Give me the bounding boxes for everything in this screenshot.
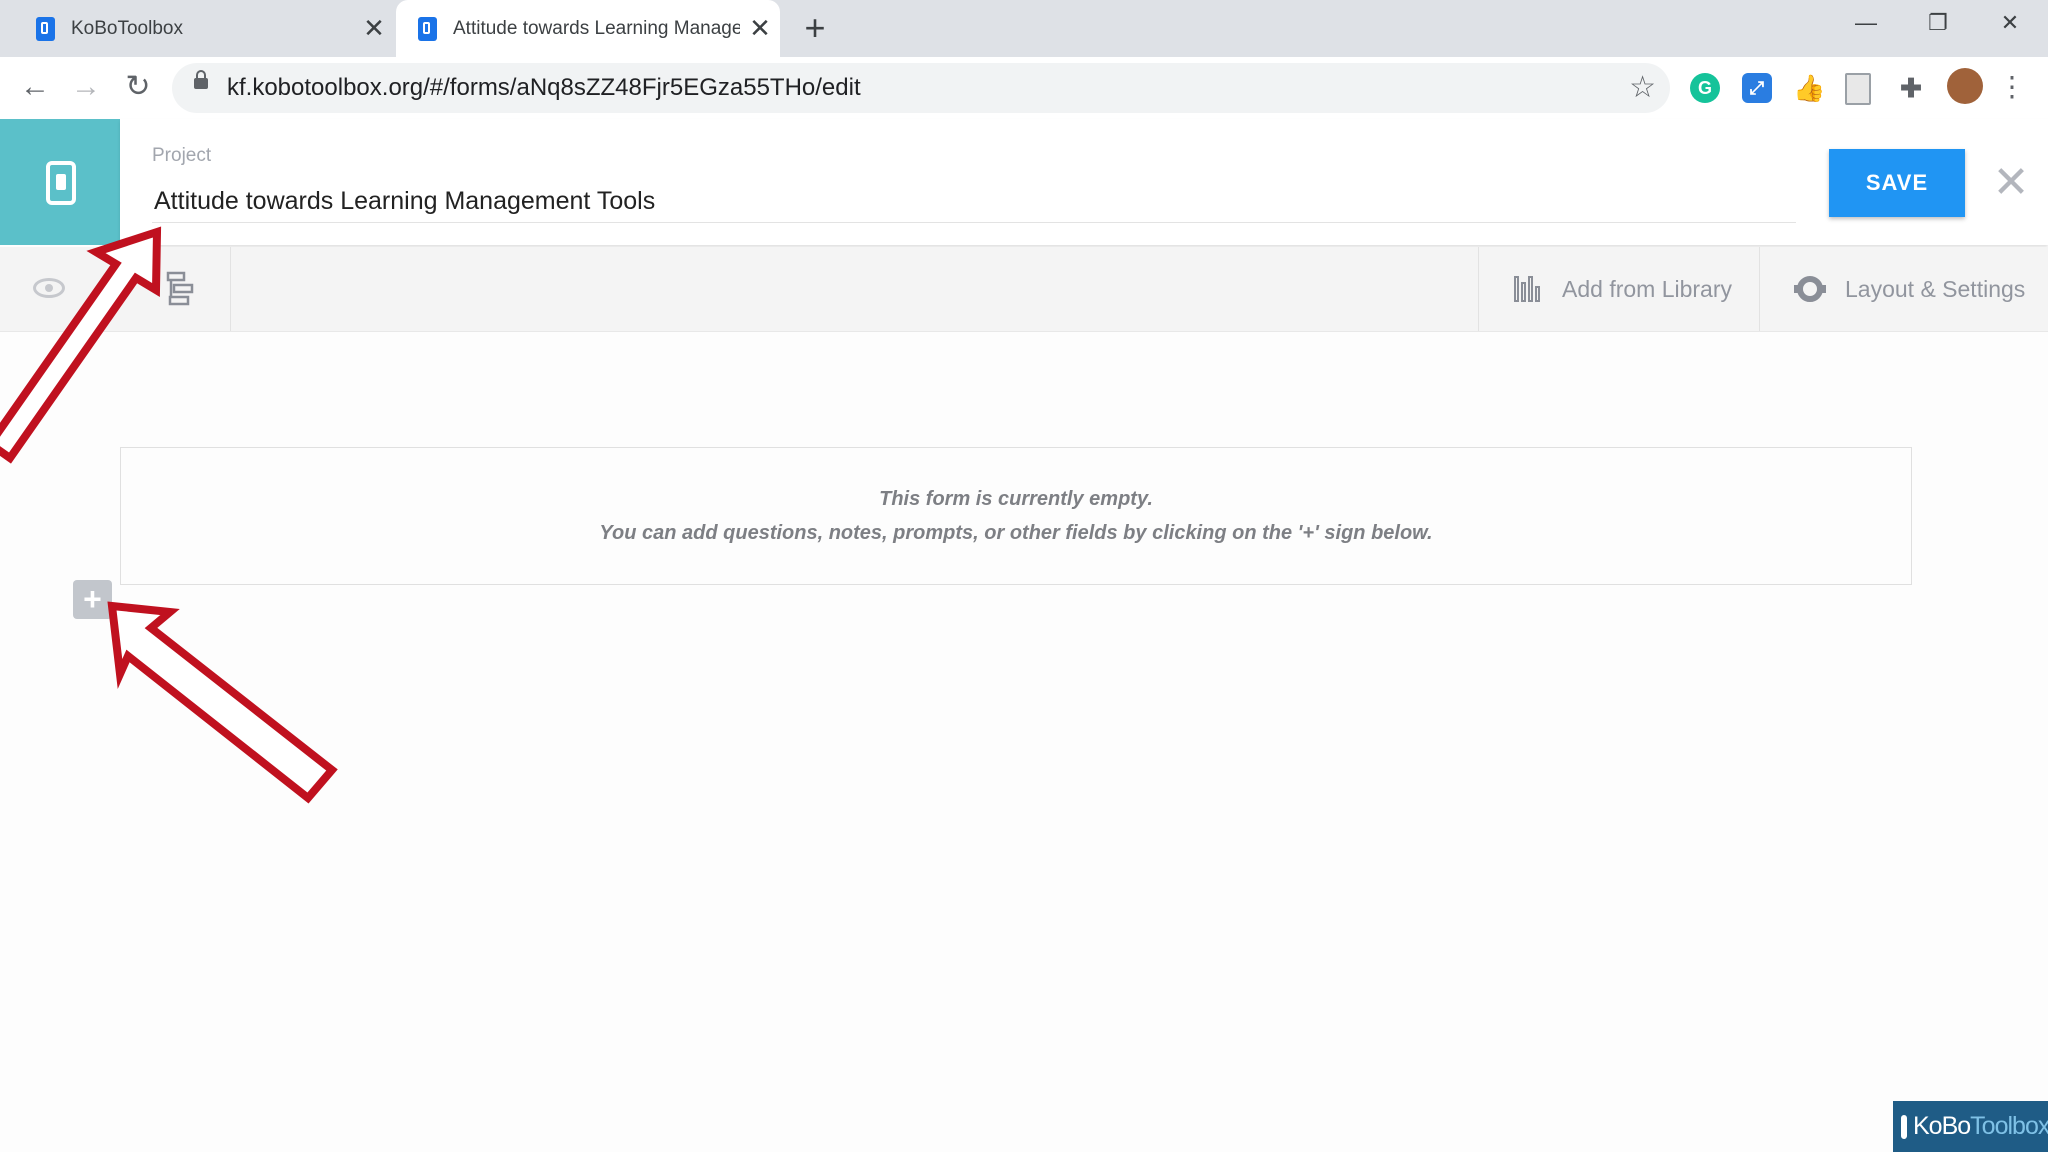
watermark-text: KoBoToolbox: [1913, 1112, 2048, 1141]
annotation-arrow-to-logo: [0, 226, 162, 464]
kobotoolbox-watermark: KoBoToolbox: [1893, 1101, 2048, 1152]
watermark-toolbox: Toolbox: [1970, 1112, 2048, 1140]
kobo-phone-icon: [1901, 1114, 1907, 1139]
annotation-arrows-overlay: [0, 226, 338, 804]
annotation-arrow-to-add-button: [107, 601, 338, 804]
watermark-kobo: KoBo: [1913, 1112, 1971, 1140]
